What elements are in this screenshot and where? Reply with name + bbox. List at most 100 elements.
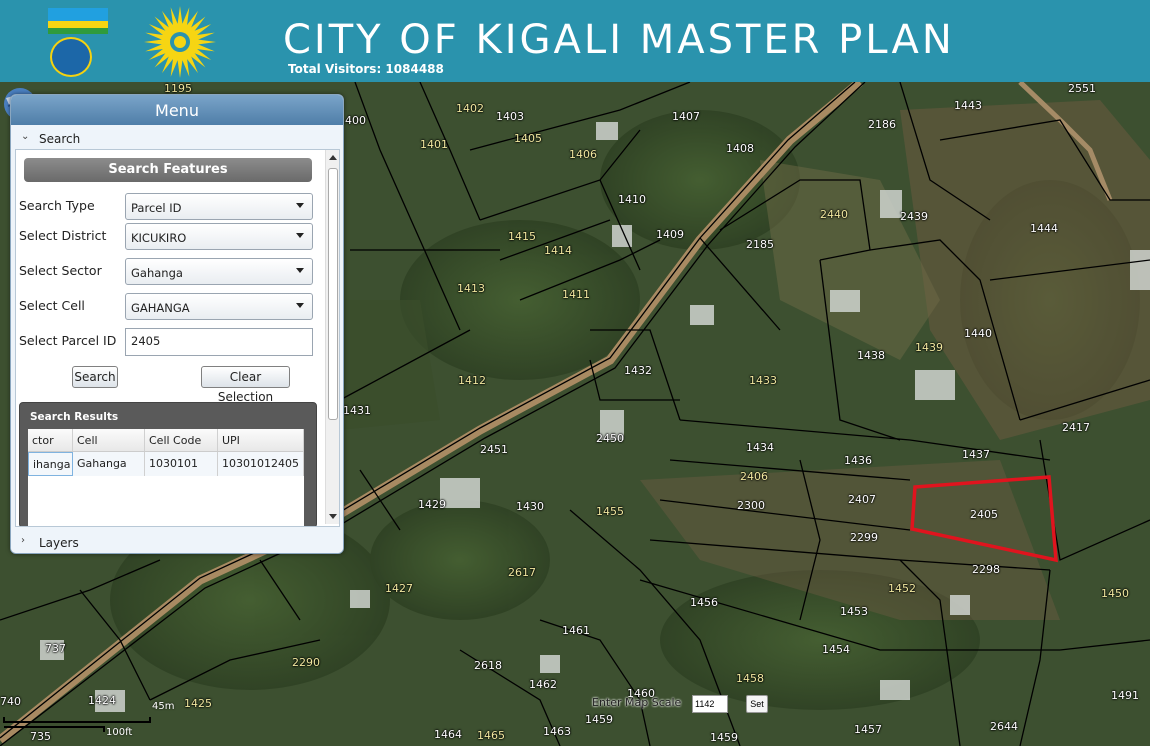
parcel-label[interactable]: 737 bbox=[45, 642, 66, 655]
column-header-upi[interactable]: UPI bbox=[218, 429, 304, 451]
parcel-label[interactable]: 2644 bbox=[990, 720, 1018, 733]
parcel-label[interactable]: 1402 bbox=[456, 102, 484, 115]
parcel-label[interactable]: 1463 bbox=[543, 725, 571, 738]
parcel-label[interactable]: 1459 bbox=[585, 713, 613, 726]
search-button[interactable]: Search bbox=[72, 366, 118, 388]
table-row[interactable]: ihanga Gahanga 1030101 10301012405 bbox=[28, 452, 304, 476]
parcel-label[interactable]: 2450 bbox=[596, 432, 624, 445]
parcel-label[interactable]: 2185 bbox=[746, 238, 774, 251]
parcel-label[interactable]: 2417 bbox=[1062, 421, 1090, 434]
parcel-label[interactable]: 2290 bbox=[292, 656, 320, 669]
column-header-cell[interactable]: Cell bbox=[73, 429, 145, 451]
scroll-down-icon[interactable] bbox=[329, 514, 337, 519]
sector-value: Gahanga bbox=[131, 266, 183, 280]
parcel-label[interactable]: 1425 bbox=[184, 697, 212, 710]
parcel-label[interactable]: 1453 bbox=[840, 605, 868, 618]
parcel-label[interactable]: 1432 bbox=[624, 364, 652, 377]
parcel-label[interactable]: 1450 bbox=[1101, 587, 1129, 600]
scroll-up-icon[interactable] bbox=[329, 155, 337, 160]
parcel-label[interactable]: 2406 bbox=[740, 470, 768, 483]
parcel-label[interactable]: 1405 bbox=[514, 132, 542, 145]
sector-select[interactable]: Gahanga bbox=[125, 258, 313, 285]
parcel-label[interactable]: 1457 bbox=[854, 723, 882, 736]
parcel-label[interactable]: 1427 bbox=[385, 582, 413, 595]
parcel-label[interactable]: 1444 bbox=[1030, 222, 1058, 235]
content-scrollbar[interactable] bbox=[325, 150, 339, 524]
cell-label: Select Cell bbox=[19, 298, 85, 313]
parcel-label[interactable]: 1440 bbox=[964, 327, 992, 340]
parcel-label[interactable]: 1409 bbox=[656, 228, 684, 241]
parcel-label[interactable]: 1429 bbox=[418, 498, 446, 511]
results-grid[interactable]: ctor Cell Cell Code UPI ihanga Gahanga 1… bbox=[28, 429, 304, 526]
parcel-label[interactable]: 2405 bbox=[970, 508, 998, 521]
parcel-label[interactable]: 2186 bbox=[868, 118, 896, 131]
parcel-label[interactable]: 1458 bbox=[736, 672, 764, 685]
parcel-label[interactable]: 1414 bbox=[544, 244, 572, 257]
parcel-label[interactable]: 1462 bbox=[529, 678, 557, 691]
rwanda-flag-icon bbox=[48, 8, 108, 34]
parcel-label[interactable]: 1415 bbox=[508, 230, 536, 243]
parcel-label[interactable]: 1434 bbox=[746, 441, 774, 454]
parcel-label[interactable]: 2298 bbox=[972, 563, 1000, 576]
parcel-label[interactable]: 2300 bbox=[737, 499, 765, 512]
parcel-label[interactable]: 1465 bbox=[477, 729, 505, 742]
scale-feet-label: 100ft bbox=[106, 727, 133, 738]
parcel-label[interactable]: 1437 bbox=[962, 448, 990, 461]
parcel-label[interactable]: 1439 bbox=[915, 341, 943, 354]
parcel-label[interactable]: 1455 bbox=[596, 505, 624, 518]
parcel-label[interactable]: 1408 bbox=[726, 142, 754, 155]
scroll-thumb[interactable] bbox=[328, 168, 338, 420]
column-header-sector[interactable]: ctor bbox=[28, 429, 73, 451]
parcel-label[interactable]: 1406 bbox=[569, 148, 597, 161]
result-cell[interactable]: Gahanga bbox=[73, 452, 145, 476]
parcel-label[interactable]: 2439 bbox=[900, 210, 928, 223]
cell-value: GAHANGA bbox=[131, 301, 190, 315]
parcel-label[interactable]: 1403 bbox=[496, 110, 524, 123]
parcel-label[interactable]: 1452 bbox=[888, 582, 916, 595]
result-sector[interactable]: ihanga bbox=[28, 452, 73, 476]
parcel-label[interactable]: 2299 bbox=[850, 531, 878, 544]
map-scale-label: Enter Map Scale bbox=[592, 696, 682, 709]
map-scale-input[interactable] bbox=[692, 695, 728, 713]
clear-selection-button[interactable]: Clear Selection bbox=[201, 366, 290, 404]
parcel-label[interactable]: 2617 bbox=[508, 566, 536, 579]
parcel-label[interactable]: 1459 bbox=[710, 731, 738, 744]
search-type-select[interactable]: Parcel ID bbox=[125, 193, 313, 220]
parcel-label[interactable]: 2440 bbox=[820, 208, 848, 221]
parcel-label[interactable]: 2618 bbox=[474, 659, 502, 672]
layers-section-label: Layers bbox=[39, 536, 79, 550]
parcel-label[interactable]: 2407 bbox=[848, 493, 876, 506]
parcel-label[interactable]: 1401 bbox=[420, 138, 448, 151]
parcel-label[interactable]: 1491 bbox=[1111, 689, 1139, 702]
parcel-label[interactable]: 2451 bbox=[480, 443, 508, 456]
column-header-cell-code[interactable]: Cell Code bbox=[145, 429, 218, 451]
parcel-id-label: Select Parcel ID bbox=[19, 333, 117, 348]
district-label: Select District bbox=[19, 228, 107, 243]
parcel-label[interactable]: 1412 bbox=[458, 374, 486, 387]
district-select[interactable]: KICUKIRO bbox=[125, 223, 313, 250]
result-upi[interactable]: 10301012405 bbox=[218, 452, 304, 476]
parcel-label[interactable]: 1438 bbox=[857, 349, 885, 362]
parcel-label[interactable]: 1454 bbox=[822, 643, 850, 656]
parcel-id-input[interactable]: 2405 bbox=[125, 328, 313, 356]
chevron-down-icon: ⌄ bbox=[21, 131, 30, 142]
parcel-label[interactable]: 1430 bbox=[516, 500, 544, 513]
layers-section-header[interactable]: › Layers bbox=[11, 531, 343, 553]
parcel-label[interactable]: 1411 bbox=[562, 288, 590, 301]
parcel-label[interactable]: 1410 bbox=[618, 193, 646, 206]
parcel-label[interactable]: 1456 bbox=[690, 596, 718, 609]
parcel-label[interactable]: 2551 bbox=[1068, 82, 1096, 95]
parcel-label[interactable]: 1443 bbox=[954, 99, 982, 112]
search-results-title: Search Results bbox=[30, 411, 119, 423]
cell-select[interactable]: GAHANGA bbox=[125, 293, 313, 320]
parcel-label[interactable]: 1431 bbox=[343, 404, 371, 417]
parcel-label[interactable]: 1464 bbox=[434, 728, 462, 741]
parcel-label[interactable]: 1461 bbox=[562, 624, 590, 637]
map-scale-set-button[interactable]: Set bbox=[746, 695, 768, 713]
result-cell-code[interactable]: 1030101 bbox=[145, 452, 218, 476]
search-section-header[interactable]: ⌄ Search bbox=[11, 127, 343, 149]
parcel-label[interactable]: 1413 bbox=[457, 282, 485, 295]
parcel-label[interactable]: 1433 bbox=[749, 374, 777, 387]
parcel-label[interactable]: 1407 bbox=[672, 110, 700, 123]
parcel-label[interactable]: 1436 bbox=[844, 454, 872, 467]
